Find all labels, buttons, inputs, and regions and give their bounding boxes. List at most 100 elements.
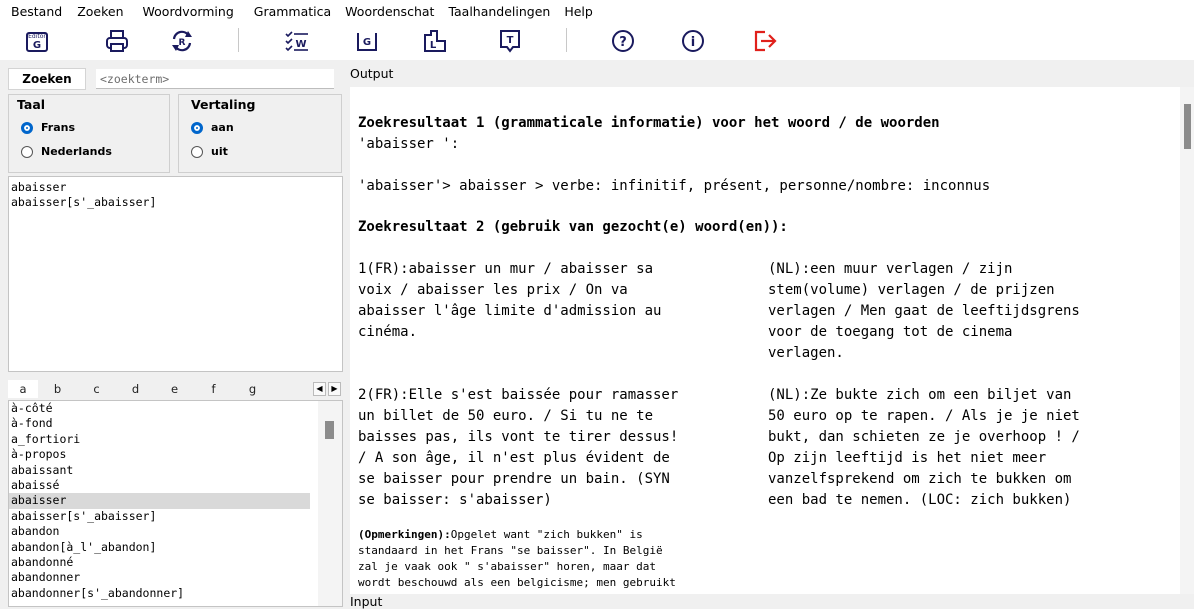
- svg-text:T: T: [507, 35, 514, 46]
- alphabet-tabs: a b c d e f g ◀ ▶: [8, 380, 343, 398]
- remarks-label: (Opmerkingen):: [358, 528, 451, 541]
- list-item[interactable]: à-fond: [9, 416, 310, 431]
- output-label: Output: [350, 66, 394, 81]
- radio-nederlands[interactable]: Nederlands: [21, 145, 112, 158]
- text-icon: T: [500, 30, 520, 53]
- remarks: (Opmerkingen):Opgelet want "zich bukken"…: [358, 527, 676, 591]
- example2-fr: 2(FR):Elle s'est baissée pour ramasser u…: [358, 387, 679, 508]
- list-item[interactable]: a_fortiori: [9, 432, 310, 447]
- svg-text:L: L: [430, 40, 437, 51]
- checklist-icon: W: [285, 31, 308, 52]
- example1-nl: (NL):een muur verlagen / zijn stem(volum…: [768, 261, 1080, 361]
- menu-woordvorming[interactable]: Woordvorming: [125, 4, 234, 19]
- tab-scroll-arrows: ◀ ▶: [313, 382, 341, 396]
- lexicon-button[interactable]: L: [418, 25, 452, 57]
- svg-text:R: R: [179, 38, 186, 48]
- radio-aan[interactable]: aan: [191, 121, 234, 134]
- menu-woordenschat[interactable]: Woordenschat: [332, 4, 434, 19]
- radio-unselected-icon: [191, 145, 203, 158]
- results-list: abaisser abaisser[s'_abaisser]: [8, 176, 343, 372]
- search-button[interactable]: Zoeken: [8, 68, 86, 90]
- result1-title: Zoekresultaat 1 (grammaticale informatie…: [358, 115, 940, 131]
- toolbar-separator: [566, 28, 567, 52]
- tab-a[interactable]: a: [8, 380, 38, 398]
- svg-text:G: G: [363, 37, 371, 48]
- word-list-scrollbar[interactable]: [318, 401, 342, 606]
- svg-text:i: i: [691, 35, 695, 50]
- help-button[interactable]: ?: [606, 25, 640, 57]
- result1-title-word: 'abaisser ':: [358, 136, 460, 152]
- refresh-button[interactable]: R: [165, 25, 199, 57]
- tab-scroll-right-icon[interactable]: ▶: [328, 382, 341, 396]
- editor-button[interactable]: Editor G: [20, 25, 54, 57]
- word-list-button[interactable]: W: [280, 25, 314, 57]
- list-item[interactable]: à-côté: [9, 401, 310, 416]
- list-item[interactable]: abandonner: [9, 570, 310, 585]
- search-input[interactable]: [96, 69, 334, 89]
- toolbar-separator: [238, 28, 239, 52]
- radio-aan-label: aan: [211, 121, 234, 134]
- menu-bar: Bestand Zoeken Woordvorming Grammatica W…: [0, 0, 1194, 22]
- menu-taalhandelingen[interactable]: Taalhandelingen: [435, 4, 550, 19]
- list-item[interactable]: abaissé: [9, 478, 310, 493]
- tab-b[interactable]: b: [38, 382, 77, 396]
- toolbar: Editor G R W G L T ? i: [0, 22, 1194, 60]
- tab-f[interactable]: f: [194, 382, 233, 396]
- vertaling-group: Vertaling aan uit: [178, 94, 342, 173]
- text-button[interactable]: T: [493, 25, 527, 57]
- example1-fr: 1(FR):abaisser un mur / abaisser sa voix…: [358, 261, 662, 340]
- list-item[interactable]: abandon: [9, 524, 310, 539]
- list-item[interactable]: abandon[à_l'_abandon]: [9, 540, 310, 555]
- search-row: Zoeken: [8, 67, 334, 91]
- tab-c[interactable]: c: [77, 382, 116, 396]
- vertaling-title: Vertaling: [191, 97, 256, 112]
- list-item[interactable]: abandonner[s'_abandonner]: [9, 586, 310, 601]
- taal-group: Taal Frans Nederlands: [8, 94, 170, 173]
- taal-title: Taal: [17, 97, 46, 112]
- grammar-icon: G: [357, 33, 377, 51]
- radio-frans-label: Frans: [41, 121, 76, 134]
- info-button[interactable]: i: [676, 25, 710, 57]
- tab-d[interactable]: d: [116, 382, 155, 396]
- example2-nl: (NL):Ze bukte zich om een biljet van 50 …: [768, 387, 1080, 508]
- print-button[interactable]: [100, 25, 134, 57]
- radio-uit[interactable]: uit: [191, 145, 228, 158]
- tab-g[interactable]: g: [233, 382, 272, 396]
- exit-button[interactable]: [748, 25, 782, 57]
- menu-bestand[interactable]: Bestand: [0, 4, 62, 19]
- menu-help[interactable]: Help: [551, 4, 593, 19]
- menu-grammatica[interactable]: Grammatica: [235, 4, 331, 19]
- lexicon-icon: L: [424, 30, 446, 52]
- tab-e[interactable]: e: [155, 382, 194, 396]
- word-list: à-côté à-fond a_fortiori à-propos abaiss…: [8, 400, 343, 607]
- menu-zoeken[interactable]: Zoeken: [63, 4, 123, 19]
- list-item[interactable]: à-propos: [9, 447, 310, 462]
- svg-text:?: ?: [619, 35, 627, 50]
- svg-text:W: W: [295, 39, 306, 50]
- svg-text:Editor: Editor: [28, 33, 46, 40]
- output-panel: Zoekresultaat 1 (grammaticale informatie…: [350, 87, 1180, 594]
- editor-icon: Editor G: [26, 32, 48, 52]
- tab-scroll-left-icon[interactable]: ◀: [313, 382, 326, 396]
- radio-nederlands-label: Nederlands: [41, 145, 112, 158]
- left-panel: Zoeken Taal Frans Nederlands Vertaling a…: [0, 60, 345, 607]
- printer-icon: [106, 30, 128, 52]
- grammar-button[interactable]: G: [350, 25, 384, 57]
- scrollbar-thumb[interactable]: [325, 421, 334, 439]
- radio-frans[interactable]: Frans: [21, 121, 75, 134]
- radio-selected-icon: [21, 121, 33, 134]
- list-item[interactable]: abaisser: [11, 180, 342, 195]
- list-item-selected[interactable]: abaisser: [9, 493, 310, 509]
- info-icon: i: [682, 30, 704, 52]
- list-item[interactable]: abaisser[s'_abaisser]: [9, 509, 310, 524]
- output-scrollbar[interactable]: [1180, 87, 1194, 594]
- exit-icon: [754, 30, 777, 52]
- radio-uit-label: uit: [211, 145, 228, 158]
- list-item[interactable]: abandonné: [9, 555, 310, 570]
- radio-unselected-icon: [21, 145, 33, 158]
- radio-selected-icon: [191, 121, 203, 134]
- scrollbar-thumb[interactable]: [1184, 104, 1191, 149]
- result1-body: 'abaisser'> abaisser > verbe: infinitif,…: [358, 178, 991, 194]
- list-item[interactable]: abaisser[s'_abaisser]: [11, 195, 342, 210]
- list-item[interactable]: abaissant: [9, 463, 310, 478]
